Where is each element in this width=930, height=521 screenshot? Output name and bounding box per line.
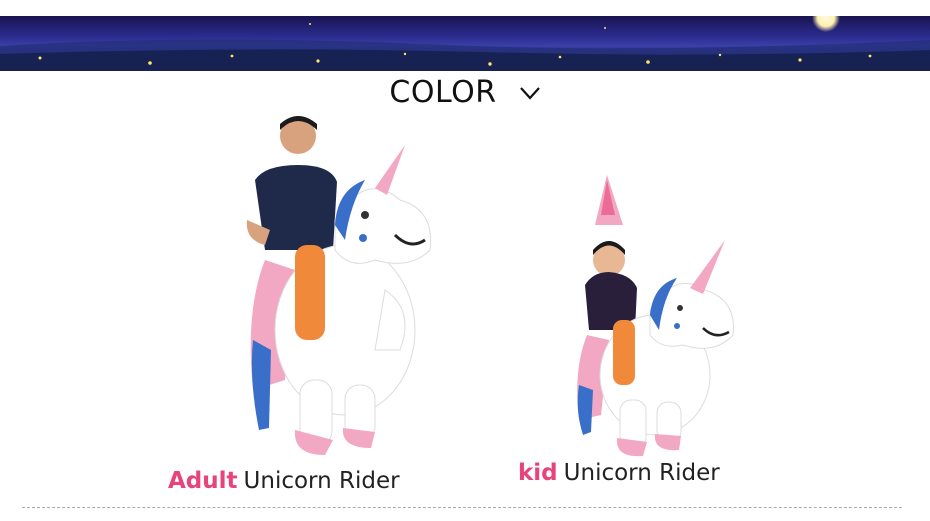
kid-caption: kid Unicorn Rider <box>518 460 720 486</box>
kid-product-name: Unicorn Rider <box>563 460 720 486</box>
adult-caption: Adult Unicorn Rider <box>168 468 400 494</box>
section-heading: COLOR <box>0 72 930 112</box>
kid-unicorn-costume-photo <box>565 170 750 460</box>
section-title: COLOR <box>389 74 497 110</box>
night-sky-banner <box>0 16 930 71</box>
chevron-down-icon <box>519 87 540 100</box>
adult-product-name: Unicorn Rider <box>243 468 400 494</box>
dashed-divider <box>22 507 902 508</box>
kid-size-label: kid <box>518 460 558 486</box>
adult-unicorn-costume-photo <box>225 110 455 470</box>
adult-size-label: Adult <box>168 468 238 494</box>
